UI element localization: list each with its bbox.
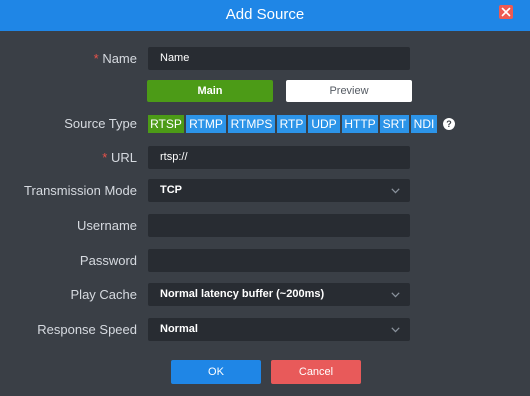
play-cache-label: Play Cache: [70, 287, 137, 302]
source-type-label: Source Type: [64, 116, 137, 131]
url-input-value: rtsp://: [160, 151, 188, 163]
url-label: * URL: [0, 150, 137, 166]
chevron-down-icon: [391, 327, 400, 333]
source-type-rtsp[interactable]: RTSP: [148, 115, 184, 133]
source-type-ndi[interactable]: NDI: [411, 115, 437, 133]
play-cache-value: Normal latency buffer (~200ms): [160, 288, 325, 300]
preview-stream-button[interactable]: Preview: [286, 80, 412, 102]
required-mark: *: [102, 150, 108, 165]
ok-button[interactable]: OK: [171, 360, 261, 384]
source-type-srt[interactable]: SRT: [380, 115, 409, 133]
dialog-title: Add Source: [225, 6, 305, 23]
source-type-rtmp[interactable]: RTMP: [186, 115, 226, 133]
transmission-mode-label: Transmission Mode: [24, 183, 137, 198]
transmission-mode-select[interactable]: TCP: [148, 179, 410, 202]
add-source-dialog: Add Source * Name Name Main Preview Sour…: [0, 0, 530, 396]
chevron-down-icon: [391, 292, 400, 298]
response-speed-value: Normal: [160, 323, 198, 335]
cancel-button[interactable]: Cancel: [271, 360, 361, 384]
help-icon[interactable]: ?: [443, 118, 455, 130]
name-input-value: Name: [160, 52, 190, 64]
url-label-text: URL: [110, 150, 137, 165]
main-stream-button[interactable]: Main: [147, 80, 273, 102]
close-button[interactable]: [499, 5, 513, 19]
password-label: Password: [79, 253, 137, 268]
close-icon: [501, 7, 511, 17]
dialog-titlebar: Add Source: [0, 0, 530, 31]
source-type-rtp[interactable]: RTP: [277, 115, 306, 133]
name-input[interactable]: Name: [148, 47, 410, 70]
source-type-rtmps[interactable]: RTMPS: [228, 115, 275, 133]
username-input[interactable]: [148, 214, 410, 237]
source-type-http[interactable]: HTTP: [342, 115, 378, 133]
chevron-down-icon: [391, 188, 400, 194]
password-input[interactable]: [148, 249, 410, 272]
play-cache-select[interactable]: Normal latency buffer (~200ms): [148, 283, 410, 306]
required-mark: *: [93, 51, 99, 66]
name-label-text: Name: [102, 51, 137, 66]
source-type-udp[interactable]: UDP: [308, 115, 340, 133]
response-speed-label: Response Speed: [37, 322, 137, 337]
transmission-mode-value: TCP: [160, 184, 182, 196]
url-input[interactable]: rtsp://: [148, 146, 410, 169]
name-label: * Name: [0, 51, 137, 67]
response-speed-select[interactable]: Normal: [148, 318, 410, 341]
username-label: Username: [77, 218, 137, 233]
